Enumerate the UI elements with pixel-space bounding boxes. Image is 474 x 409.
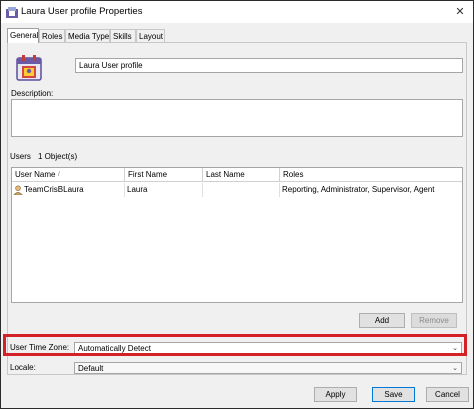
users-table: User Name / First Name Last Name Roles T… [11, 167, 463, 303]
close-icon: ✕ [455, 6, 465, 18]
time-zone-highlight-box [3, 334, 467, 356]
tab-skills[interactable]: Skills [110, 29, 136, 42]
sort-icon: / [58, 172, 60, 178]
user-profile-icon [16, 55, 42, 81]
app-icon [6, 7, 18, 18]
close-button[interactable]: ✕ [451, 3, 469, 21]
cell-user-name: TeamCrisBLaura [12, 183, 125, 197]
locale-select[interactable]: Default ⌄ [74, 362, 462, 374]
chevron-down-icon: ⌄ [452, 365, 458, 372]
cell-roles: Reporting, Administrator, Supervisor, Ag… [282, 185, 435, 194]
users-label: Users [10, 152, 31, 161]
save-button[interactable]: Save [372, 387, 415, 402]
tab-general[interactable]: General [7, 28, 39, 43]
user-icon [13, 185, 23, 195]
add-button[interactable]: Add [359, 313, 405, 328]
tab-layout[interactable]: Layout [136, 29, 165, 42]
column-header-last-name[interactable]: Last Name [203, 168, 280, 182]
users-count: 1 Object(s) [38, 152, 78, 161]
locale-value: Default [78, 364, 104, 373]
description-field[interactable] [11, 99, 463, 137]
tab-media-type[interactable]: Media Type [65, 29, 110, 42]
window-title: Laura User profile Properties [21, 6, 143, 17]
user-name-value: TeamCrisBLaura [24, 185, 84, 194]
column-header-roles[interactable]: Roles [280, 168, 462, 182]
cell-last-name [203, 183, 280, 197]
column-header-label: User Name [15, 170, 56, 179]
cancel-button[interactable]: Cancel [426, 387, 469, 402]
column-header-user-name[interactable]: User Name / [12, 168, 125, 182]
description-label: Description: [11, 89, 54, 98]
tab-roles[interactable]: Roles [39, 29, 65, 42]
remove-button[interactable]: Remove [411, 313, 457, 328]
profile-name-field[interactable] [75, 58, 463, 73]
locale-label: Locale: [10, 363, 36, 372]
cell-first-name: Laura [125, 183, 203, 197]
apply-button[interactable]: Apply [314, 387, 357, 402]
column-header-first-name[interactable]: First Name [125, 168, 203, 182]
title-bar: Laura User profile Properties ✕ [1, 1, 473, 23]
